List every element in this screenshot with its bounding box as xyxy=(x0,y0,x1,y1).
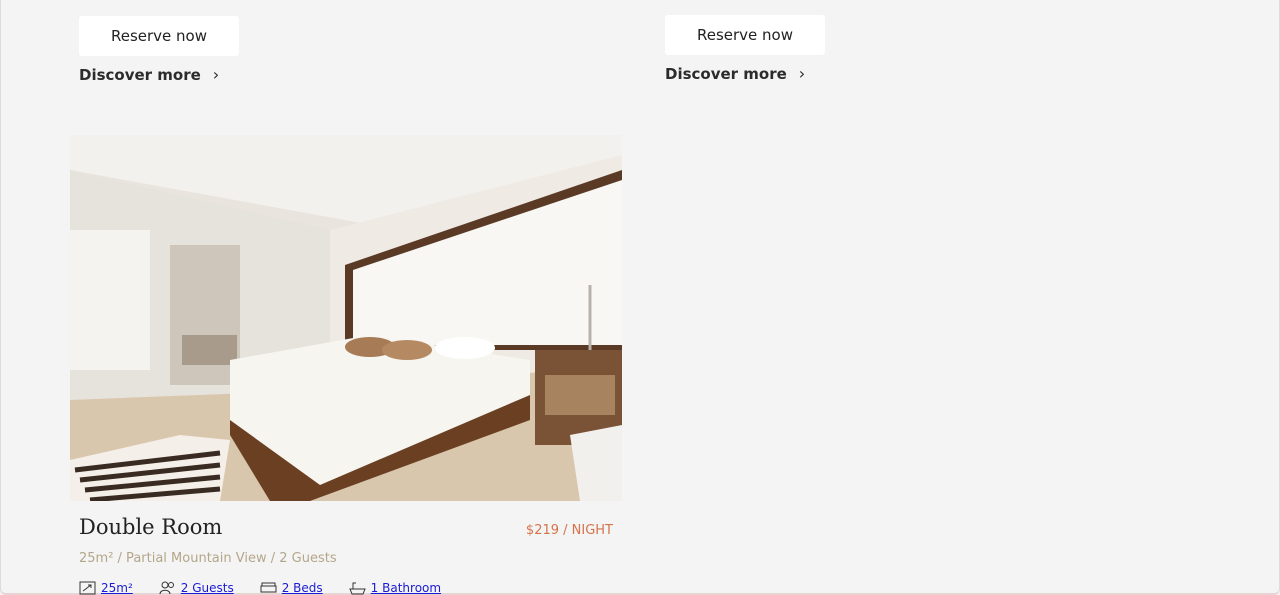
chevron-right-icon: › xyxy=(212,65,220,84)
amenity-bathroom[interactable]: 1 Bathroom xyxy=(348,581,442,595)
card-actions-left: Reserve now Discover more › xyxy=(79,0,239,84)
bath-icon xyxy=(348,582,366,595)
amenity-area[interactable]: 25m² xyxy=(79,581,133,595)
guests-icon xyxy=(159,581,174,595)
room-price: $219 / NIGHT xyxy=(525,523,613,538)
room-photo[interactable] xyxy=(70,135,622,501)
room-subtitle: 25m² / Partial Mountain View / 2 Guests xyxy=(79,551,337,566)
discover-more-link[interactable]: Discover more › xyxy=(79,65,219,84)
amenity-list: 25m² 2 Guests 2 Beds 1 Bathroom xyxy=(70,566,622,595)
reserve-now-button[interactable]: Reserve now xyxy=(79,16,239,56)
area-icon xyxy=(79,581,96,595)
discover-more-link[interactable]: Discover more › xyxy=(665,64,805,83)
discover-more-label: Discover more xyxy=(79,65,201,84)
amenity-beds[interactable]: 2 Beds xyxy=(260,581,323,595)
room-header: Double Room $219 / NIGHT xyxy=(70,501,622,539)
amenity-label: 1 Bathroom xyxy=(370,581,442,595)
reserve-now-button[interactable]: Reserve now xyxy=(665,15,825,55)
room-title: Double Room xyxy=(79,515,223,539)
card-actions-right: Reserve now Discover more › xyxy=(665,0,825,83)
discover-more-label: Discover more xyxy=(665,64,787,83)
bed-icon xyxy=(260,582,277,593)
room-card: Double Room $219 / NIGHT 25m² / Partial … xyxy=(70,135,622,595)
amenity-label: 25m² xyxy=(101,581,133,595)
amenity-label: 2 Guests xyxy=(180,581,234,595)
amenity-guests[interactable]: 2 Guests xyxy=(159,581,234,595)
chevron-right-icon: › xyxy=(798,64,806,83)
amenity-label: 2 Beds xyxy=(281,581,323,595)
